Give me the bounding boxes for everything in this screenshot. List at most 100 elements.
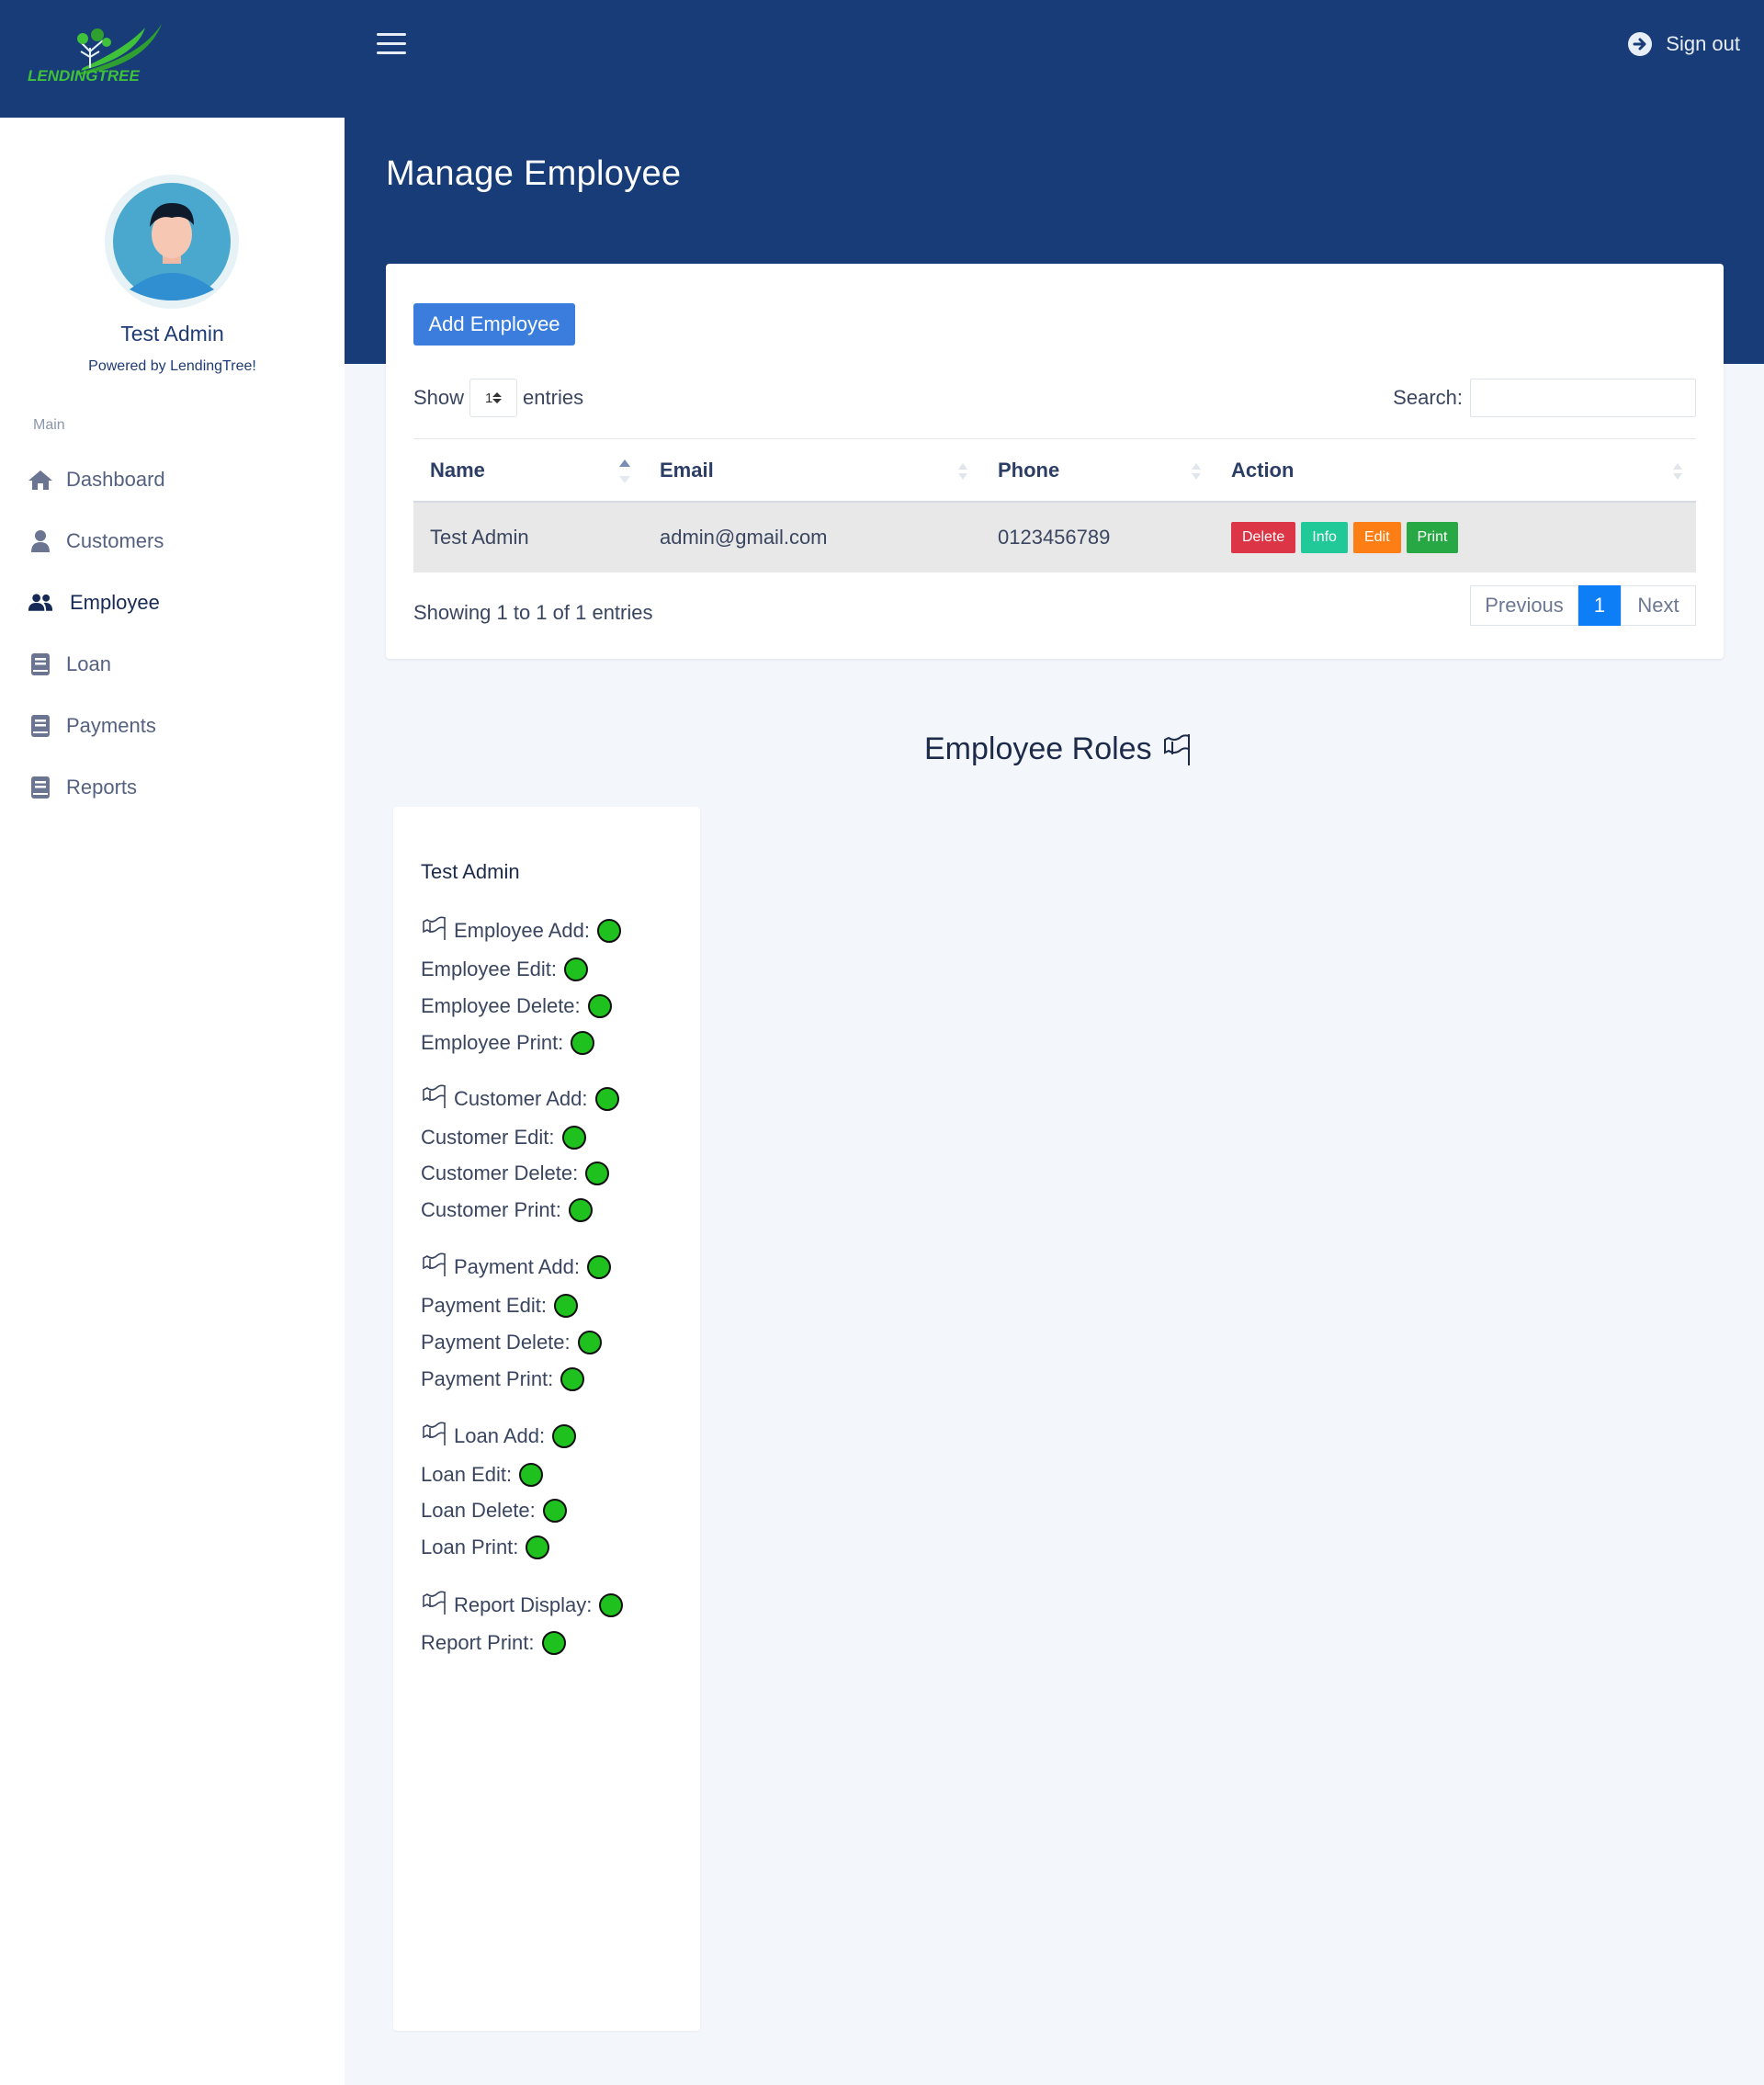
permission-label: Loan Print: [421,1535,519,1558]
permission-row: Customer Print: [421,1198,593,1222]
logo[interactable]: LENDINGTREE [0,0,345,118]
permission-status-indicator [577,1331,602,1354]
cell-actions: Delete Info Edit Print [1215,503,1696,572]
users-icon [28,590,53,616]
sidebar-item-label: Payments [66,713,156,737]
column-header-label: Phone [998,458,1060,482]
search-input[interactable] [1470,379,1696,417]
select-arrows-icon [492,392,503,403]
flag-icon [421,1083,448,1115]
next-page-button[interactable]: Next [1621,585,1696,626]
book-icon [28,713,53,739]
sidebar-item-customers[interactable]: Customers [0,510,345,572]
roles-title: Employee Roles [924,731,1152,766]
permission-label: Customer Print: [421,1198,561,1221]
permission-status-indicator [519,1463,544,1487]
user-avatar-icon [113,183,231,300]
permission-row: Payment Add: [421,1252,611,1283]
permission-row: Employee Print: [421,1031,595,1055]
column-header-email[interactable]: Email [643,439,981,501]
employee-table-card: Add Employee Show 10 entries Search: Nam… [386,264,1724,659]
permission-status-indicator [586,1255,611,1279]
edit-button[interactable]: Edit [1352,522,1401,553]
permission-row: Employee Edit: [421,958,588,981]
signout-label: Sign out [1666,32,1740,55]
column-header-label: Email [660,458,714,482]
book-icon [28,652,53,677]
sidebar-item-dashboard[interactable]: Dashboard [0,448,345,510]
permission-status-indicator [571,1031,595,1055]
permission-label: Customer Edit: [421,1126,555,1149]
sort-icon [1673,463,1682,480]
entries-select-value: 10 [485,390,493,406]
flag-icon [421,1421,448,1452]
previous-page-button[interactable]: Previous [1470,585,1578,626]
permission-row: Loan Print: [421,1535,550,1559]
menu-toggle-icon[interactable] [377,33,406,55]
permission-label: Report Print: [421,1631,535,1654]
permission-label: Employee Print: [421,1031,564,1054]
column-header-phone[interactable]: Phone [981,439,1215,501]
permission-status-indicator [526,1535,550,1559]
permission-label: Payment Delete: [421,1331,571,1354]
table-header: Name Email Phone Action [413,438,1696,503]
sort-icon [958,463,967,480]
sidebar-item-employee[interactable]: Employee [0,572,345,633]
add-employee-button[interactable]: Add Employee [413,303,575,346]
entries-length-control: Show 10 entries [413,379,583,417]
arrow-circle-right-icon [1628,32,1653,56]
permission-row: Report Display: [421,1590,624,1621]
permission-status-indicator [596,919,621,943]
cell-email: admin@gmail.com [660,526,828,549]
sidebar-item-reports[interactable]: Reports [0,756,345,818]
role-employee-name: Test Admin [421,860,520,883]
nav-section-label: Main [33,417,65,433]
flag-icon [421,1590,448,1621]
logo-tree-icon: LENDINGTREE [28,24,162,85]
flag-icon [421,915,448,946]
flag-icon [421,1252,448,1283]
cell-phone: 0123456789 [998,526,1111,549]
permission-label: Payment Edit: [421,1294,547,1317]
permission-row: Customer Add: [421,1083,619,1115]
page-1-button[interactable]: 1 [1578,585,1621,626]
permission-status-indicator [561,1126,586,1150]
column-header-label: Name [430,458,485,482]
cell-name: Test Admin [430,526,529,549]
user-icon [28,528,53,554]
search-label: Search: [1393,386,1463,409]
permission-status-indicator [563,958,588,981]
permission-status-indicator [541,1631,566,1655]
info-button[interactable]: Info [1301,522,1348,553]
column-header-action[interactable]: Action [1215,439,1696,501]
permission-label: Loan Add: [454,1424,546,1447]
permission-row: Payment Edit: [421,1294,578,1318]
permission-label: Payment Print: [421,1367,554,1390]
print-button[interactable]: Print [1406,522,1459,553]
sidebar: Test Admin Powered by LendingTree! Main … [0,118,345,2085]
permission-status-indicator [594,1087,619,1111]
permission-status-indicator [585,1161,610,1185]
delete-button[interactable]: Delete [1231,522,1296,553]
permission-status-indicator [552,1424,577,1448]
column-header-label: Action [1231,458,1295,482]
entries-label: entries [523,386,584,409]
permission-status-indicator [568,1198,593,1222]
column-header-name[interactable]: Name [413,439,643,501]
permission-status-indicator [553,1294,578,1318]
permission-label: Employee Edit: [421,958,557,980]
signout-link[interactable]: Sign out [1627,31,1740,57]
sort-icon [1192,463,1201,480]
table-search: Search: [1393,379,1696,417]
permission-row: Employee Add: [421,915,621,946]
sort-asc-icon [619,459,630,483]
sidebar-item-loan[interactable]: Loan [0,633,345,695]
roles-heading: Employee Roles [924,731,1193,767]
sidebar-item-label: Loan [66,652,111,675]
avatar [105,175,239,309]
sidebar-item-label: Reports [66,775,138,799]
sidebar-item-payments[interactable]: Payments [0,695,345,756]
entries-select[interactable]: 10 [469,379,518,417]
permission-row: Employee Delete: [421,994,612,1018]
permission-row: Loan Delete: [421,1499,567,1523]
